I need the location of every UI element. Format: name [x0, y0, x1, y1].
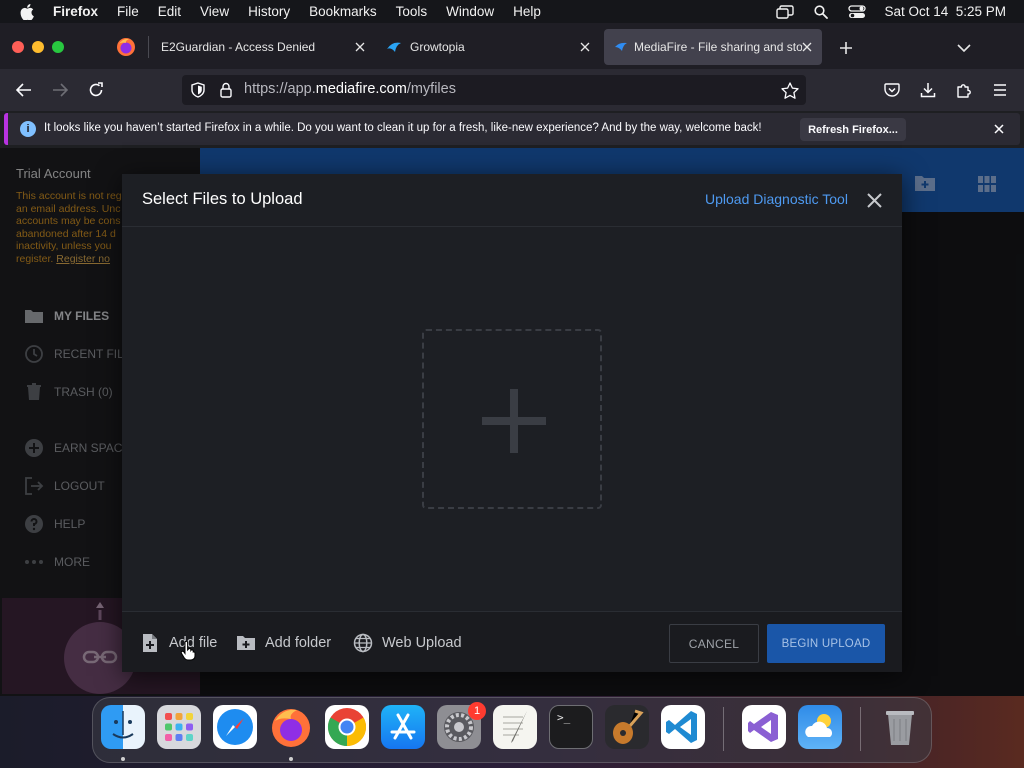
menu-file[interactable]: File — [117, 4, 139, 19]
notification-badge: 1 — [468, 702, 486, 720]
add-folder-label: Add folder — [265, 635, 332, 651]
chrome-icon[interactable] — [325, 705, 369, 749]
begin-upload-button[interactable]: BEGIN UPLOAD — [767, 624, 885, 663]
tab-close-icon[interactable] — [576, 38, 594, 56]
web-upload-button[interactable]: Web Upload — [353, 632, 462, 654]
new-tab-icon[interactable] — [834, 36, 858, 60]
upload-diagnostic-tool-link[interactable]: Upload Diagnostic Tool — [705, 191, 848, 207]
modal-title: Select Files to Upload — [142, 190, 303, 208]
modal-close-icon[interactable] — [864, 190, 884, 210]
vscode-icon[interactable] — [661, 705, 705, 749]
menu-history[interactable]: History — [248, 4, 290, 19]
tab-e2guardian[interactable]: E2Guardian - Access Denied — [150, 29, 375, 65]
tab-close-icon[interactable] — [798, 38, 816, 56]
url-text[interactable]: https://app.mediafire.com/myfiles — [244, 81, 456, 97]
app-store-icon[interactable] — [381, 705, 425, 749]
terminal-prompt-text: >_ — [557, 711, 571, 724]
macos-menu-bar: Firefox File Edit View History Bookmarks… — [0, 0, 1024, 23]
menubar-clock[interactable]: Sat Oct 14 5:25 PM — [884, 4, 1006, 19]
hand-pointer-cursor-icon — [180, 640, 196, 661]
window-minimize-button[interactable] — [32, 41, 44, 53]
menu-edit[interactable]: Edit — [158, 4, 181, 19]
dock-separator — [860, 707, 861, 751]
mediafire-favicon-icon — [614, 39, 630, 55]
list-all-tabs-chevron-icon[interactable] — [952, 36, 976, 60]
tab-title: Growtopia — [410, 40, 465, 54]
window-maximize-button[interactable] — [52, 41, 64, 53]
tab-separator — [148, 36, 149, 58]
menu-app-name[interactable]: Firefox — [53, 4, 98, 19]
tab-growtopia[interactable]: Growtopia — [378, 29, 600, 65]
menu-help[interactable]: Help — [513, 4, 541, 19]
trash-can-icon[interactable] — [878, 705, 922, 749]
url-path: /myfiles — [406, 81, 456, 97]
growtopia-favicon-icon — [386, 39, 402, 55]
tab-title: MediaFire - File sharing and sto — [634, 40, 802, 54]
terminal-icon[interactable]: >_ — [549, 705, 593, 749]
safari-icon[interactable] — [213, 705, 257, 749]
add-folder-icon — [236, 633, 256, 653]
lock-icon[interactable] — [214, 78, 238, 102]
firefox-running-indicator — [289, 757, 293, 761]
window-close-button[interactable] — [12, 41, 24, 53]
hamburger-menu-icon[interactable] — [988, 78, 1012, 102]
extensions-puzzle-icon[interactable] — [952, 78, 976, 102]
forward-arrow-icon[interactable] — [48, 78, 72, 102]
tab-title: E2Guardian - Access Denied — [161, 40, 316, 54]
menu-bookmarks[interactable]: Bookmarks — [309, 4, 377, 19]
refresh-firefox-button[interactable]: Refresh Firefox... — [800, 118, 906, 141]
weather-icon[interactable] — [798, 705, 842, 749]
launchpad-icon[interactable] — [157, 705, 201, 749]
finder-icon[interactable] — [101, 705, 145, 749]
apple-icon[interactable] — [16, 1, 38, 23]
finder-running-indicator — [121, 757, 125, 761]
textedit-icon[interactable] — [493, 705, 537, 749]
tab-mediafire[interactable]: MediaFire - File sharing and sto — [604, 29, 822, 65]
url-prefix: https://app. — [244, 81, 316, 97]
tab-close-icon[interactable] — [351, 38, 369, 56]
dock-separator — [723, 707, 724, 751]
screen-mirroring-icon[interactable] — [776, 4, 795, 20]
firefox-view-icon[interactable] — [115, 36, 137, 58]
visual-studio-icon[interactable] — [742, 705, 786, 749]
menu-window[interactable]: Window — [446, 4, 494, 19]
add-folder-button[interactable]: Add folder — [236, 632, 331, 654]
info-icon: i — [20, 121, 36, 137]
notification-close-icon[interactable] — [990, 120, 1008, 138]
control-center-icon[interactable] — [848, 4, 867, 20]
notification-message: It looks like you haven’t started Firefo… — [44, 122, 762, 134]
menu-tools[interactable]: Tools — [396, 4, 428, 19]
file-drop-zone[interactable] — [422, 329, 602, 509]
bookmark-star-icon[interactable] — [778, 78, 802, 102]
web-upload-label: Web Upload — [382, 635, 462, 651]
garageband-icon[interactable] — [605, 705, 649, 749]
tracking-protection-shield-icon[interactable] — [186, 78, 210, 102]
firefox-icon[interactable] — [269, 705, 313, 749]
back-arrow-icon[interactable] — [12, 78, 36, 102]
menu-view[interactable]: View — [200, 4, 229, 19]
globe-icon — [353, 633, 373, 653]
url-host: mediafire.com — [315, 81, 407, 97]
reload-icon[interactable] — [84, 78, 108, 102]
pocket-icon[interactable] — [880, 78, 904, 102]
add-file-button[interactable]: Add file — [140, 632, 217, 654]
spotlight-search-icon[interactable] — [812, 4, 830, 20]
downloads-icon[interactable] — [916, 78, 940, 102]
cancel-button[interactable]: CANCEL — [669, 624, 759, 663]
add-plus-icon — [480, 387, 548, 455]
modal-header: Select Files to Upload Upload Diagnostic… — [122, 174, 902, 227]
upload-modal: Select Files to Upload Upload Diagnostic… — [122, 174, 902, 672]
add-file-icon — [140, 633, 160, 653]
